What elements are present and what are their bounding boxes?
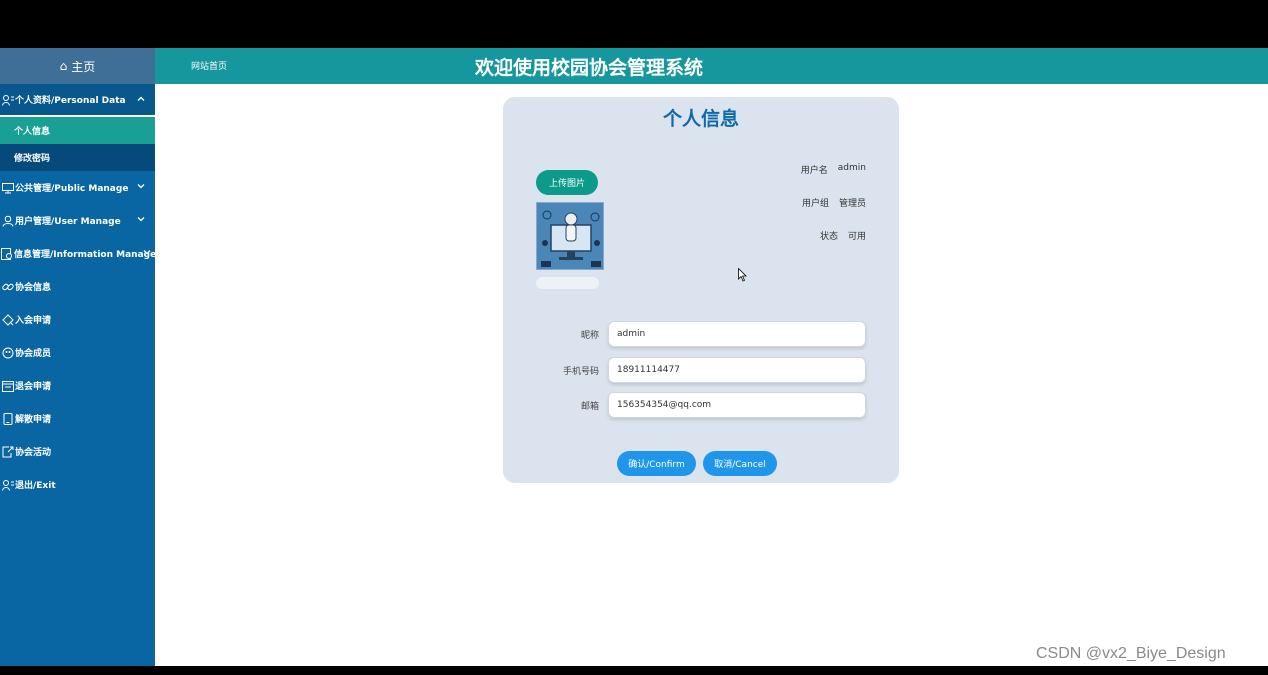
page-title: 欢迎使用校园协会管理系统 (475, 57, 704, 79)
cancel-button[interactable]: 取消/Cancel (703, 451, 777, 476)
menu-dissolve-application[interactable]: 解散申请 (0, 402, 155, 435)
watermark-text: CSDN @vx2_Biye_Design (1036, 645, 1226, 662)
menu-label: 协会信息 (15, 283, 52, 293)
username-label: 用户名 (800, 166, 828, 176)
status-info: 状态 可用 (820, 229, 866, 242)
export-icon (1, 445, 14, 458)
link-icon (1, 280, 14, 293)
document-gear-icon (1, 247, 13, 260)
profile-card: 个人信息 上传图片 用户名 admin 用户组 管理员 状态 可用 昵称 adm… (503, 97, 899, 483)
nickname-input[interactable]: admin (608, 321, 866, 347)
chevron-down-icon (143, 250, 151, 255)
menu-public-manage[interactable]: 公共管理/Public Manage (0, 171, 155, 204)
card-title: 个人信息 (662, 108, 739, 130)
status-value: 可用 (847, 232, 866, 242)
menu-label: 入会申请 (15, 316, 52, 326)
menu-label: 退出/Exit (15, 481, 56, 491)
nickname-row: 昵称 admin (503, 321, 899, 347)
members-icon (1, 346, 14, 359)
chevron-down-icon (137, 217, 145, 222)
menu-label: 协会活动 (15, 448, 52, 458)
avatar-caption-bar (536, 277, 599, 289)
chevron-down-icon (137, 184, 145, 189)
submenu-label: 修改密码 (14, 154, 51, 164)
nickname-label: 昵称 (580, 331, 599, 341)
submenu-label: 个人信息 (14, 127, 51, 137)
email-label: 邮箱 (580, 402, 599, 412)
menu-label: 解散申请 (15, 415, 52, 425)
website-home-link[interactable]: 网站首页 (191, 59, 227, 72)
monitor-icon (1, 181, 14, 194)
sidebar: ⌂ 主页 个人资料/Personal Data 个人信息 修改密码 公共管理/P… (0, 48, 155, 666)
username-value: admin (837, 163, 866, 173)
screen-frame: ⌂ 主页 个人资料/Personal Data 个人信息 修改密码 公共管理/P… (0, 0, 1268, 675)
submenu-profile[interactable]: 个人信息 (0, 117, 155, 144)
upload-image-button[interactable]: 上传图片 (536, 170, 598, 195)
menu-label: 退会申请 (15, 382, 52, 392)
submenu-change-password[interactable]: 修改密码 (0, 144, 155, 171)
menu-label: 信息管理/Information Manage (14, 250, 155, 260)
menu-user-manage[interactable]: 用户管理/User Manage (0, 204, 155, 237)
menu-activities[interactable]: 协会活动 (0, 435, 155, 468)
avatar-image (536, 202, 604, 270)
username-info: 用户名 admin (801, 163, 866, 176)
menu-label: 个人资料/Personal Data (15, 96, 126, 106)
menu-personal-data[interactable]: 个人资料/Personal Data (0, 84, 155, 117)
join-icon (1, 313, 14, 326)
menu-label: 公共管理/Public Manage (15, 184, 129, 194)
email-row: 邮箱 156354354@qq.com (503, 392, 899, 418)
menu-label: 用户管理/User Manage (15, 217, 121, 227)
phone-input[interactable]: 18911114477 (608, 357, 866, 383)
calendar-icon (1, 379, 14, 392)
menu-information-manage[interactable]: 信息管理/Information Manage (0, 237, 155, 270)
sidebar-home-label: 主页 (71, 59, 96, 74)
menu-label: 协会成员 (15, 349, 52, 359)
tablet-icon (1, 412, 14, 425)
app-window: ⌂ 主页 个人资料/Personal Data 个人信息 修改密码 公共管理/P… (0, 48, 1268, 666)
user-icon (1, 214, 14, 227)
menu-join-application[interactable]: 入会申请 (0, 303, 155, 336)
usergroup-info: 用户组 管理员 (802, 196, 866, 209)
email-input[interactable]: 156354354@qq.com (608, 392, 866, 418)
mouse-cursor-icon (738, 268, 747, 282)
menu-exit[interactable]: 退出/Exit (0, 468, 155, 501)
home-icon: ⌂ (59, 59, 68, 73)
usergroup-label: 用户组 (801, 199, 829, 209)
chevron-up-icon (137, 96, 145, 101)
menu-members[interactable]: 协会成员 (0, 336, 155, 369)
top-header: 网站首页 欢迎使用校园协会管理系统 (155, 48, 1268, 84)
confirm-button[interactable]: 确认/Confirm (617, 451, 696, 476)
user-card-icon (1, 93, 14, 106)
status-label: 状态 (819, 232, 838, 242)
phone-label: 手机号码 (562, 367, 599, 377)
menu-association-info[interactable]: 协会信息 (0, 270, 155, 303)
menu-withdraw-application[interactable]: 退会申请 (0, 369, 155, 402)
logout-icon (1, 478, 14, 491)
usergroup-value: 管理员 (838, 199, 866, 209)
phone-row: 手机号码 18911114477 (503, 357, 899, 383)
sidebar-home[interactable]: ⌂ 主页 (0, 48, 155, 84)
